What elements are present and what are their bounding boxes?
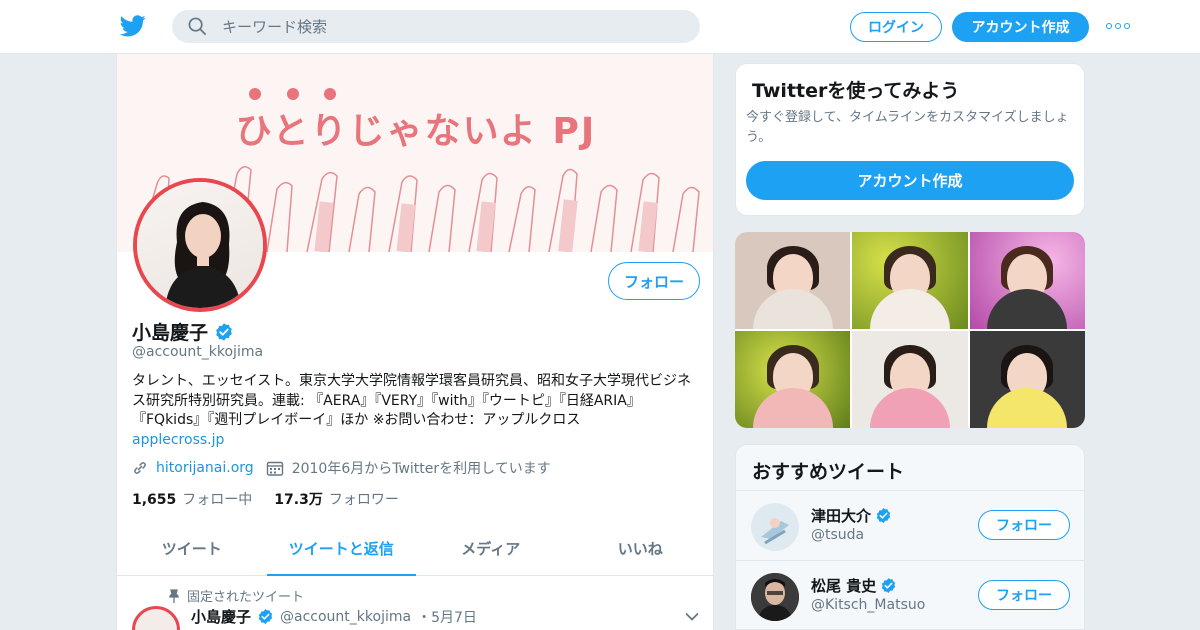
tab-tweets[interactable]: ツイート bbox=[117, 522, 267, 575]
verified-badge-icon bbox=[258, 609, 273, 624]
recommended-name: 松尾 貴史 bbox=[811, 575, 897, 596]
avatar[interactable] bbox=[751, 573, 799, 621]
signup-card: Twitterを使ってみよう 今すぐ登録して、タイムラインをカスタマイズしましょ… bbox=[735, 63, 1085, 216]
follow-button[interactable]: フォロー bbox=[978, 510, 1070, 540]
recommended-name: 津田大介 bbox=[811, 505, 892, 526]
following-label: フォロー中 bbox=[182, 492, 253, 508]
verified-badge-icon bbox=[876, 508, 891, 523]
tab-tweets-and-replies[interactable]: ツイートと返信 bbox=[266, 522, 417, 576]
banner-title: ひとりじゃないよ PJ bbox=[235, 111, 597, 152]
profile-name-text: 小島慶子 bbox=[132, 322, 209, 344]
recommended-accounts: おすすめツイート 津田大介 @tsuda フォロー 松尾 貴史 @Kitsch_… bbox=[735, 444, 1085, 630]
tweet-header: 小島慶子 @account_kkojima ・5月7日 bbox=[191, 606, 477, 627]
pinned-label-row: 固定されたツイート bbox=[169, 586, 304, 605]
media-thumbnail[interactable] bbox=[969, 232, 1085, 329]
profile-meta: hitorijanai.org 2010年6月からTwitterを利用しています bbox=[132, 458, 551, 478]
profile-stats: 1,655 フォロー中 17.3万 フォロワー bbox=[132, 489, 399, 509]
joined-date: 2010年6月からTwitterを利用しています bbox=[291, 461, 551, 477]
signup-card-title: Twitterを使ってみよう bbox=[752, 80, 960, 102]
profile-tabs: ツイート ツイートと返信 メディア いいね bbox=[117, 522, 714, 576]
banner-dot bbox=[249, 88, 261, 100]
following-stat[interactable]: 1,655 フォロー中 bbox=[132, 489, 252, 509]
tab-media[interactable]: メディア bbox=[416, 522, 566, 575]
search-box[interactable] bbox=[172, 10, 700, 43]
tweet-author-name[interactable]: 小島慶子 bbox=[191, 606, 251, 627]
media-grid bbox=[735, 232, 1085, 428]
followers-label: フォロワー bbox=[328, 492, 399, 508]
recommended-account[interactable]: 松尾 貴史 @Kitsch_Matsuo フォロー bbox=[736, 560, 1084, 629]
recommended-handle: @Kitsch_Matsuo bbox=[811, 597, 926, 613]
follow-button[interactable]: フォロー bbox=[978, 580, 1070, 610]
avatar-portrait bbox=[165, 202, 241, 308]
media-thumbnail[interactable] bbox=[969, 331, 1085, 428]
recommended-account[interactable]: 津田大介 @tsuda フォロー bbox=[736, 490, 1084, 559]
link-icon bbox=[134, 462, 146, 474]
followers-stat[interactable]: 17.3万 フォロワー bbox=[274, 489, 399, 509]
pin-icon bbox=[169, 588, 179, 603]
more-options-icon[interactable] bbox=[1106, 21, 1130, 31]
signup-button[interactable]: アカウント作成 bbox=[952, 12, 1089, 42]
pinned-label: 固定されたツイート bbox=[187, 590, 305, 605]
media-thumbnail[interactable] bbox=[852, 331, 968, 428]
tab-likes[interactable]: いいね bbox=[566, 522, 714, 575]
search-input[interactable] bbox=[222, 10, 682, 43]
bio-link[interactable]: applecross.jp bbox=[132, 431, 702, 451]
profile-name[interactable]: 小島慶子 bbox=[132, 318, 234, 345]
banner-dot bbox=[324, 88, 336, 100]
recommended-name-text: 松尾 貴史 bbox=[811, 577, 877, 595]
recommended-name-text: 津田大介 bbox=[811, 507, 872, 525]
top-navigation-bar: ログイン アカウント作成 bbox=[0, 0, 1200, 54]
recommended-title: おすすめツイート bbox=[752, 461, 905, 483]
search-icon bbox=[188, 17, 206, 35]
media-thumbnail[interactable] bbox=[852, 232, 968, 329]
signup-card-button[interactable]: アカウント作成 bbox=[746, 161, 1074, 200]
verified-badge-icon bbox=[882, 578, 896, 593]
profile-handle[interactable]: @account_kkojima bbox=[132, 344, 263, 360]
media-thumbnail[interactable] bbox=[735, 232, 851, 329]
profile-avatar[interactable] bbox=[133, 178, 267, 312]
twitter-logo-icon[interactable] bbox=[120, 14, 146, 38]
avatar[interactable] bbox=[751, 503, 799, 551]
follow-button[interactable]: フォロー bbox=[608, 262, 700, 300]
banner-dot bbox=[287, 88, 299, 100]
tweet-author-handle[interactable]: @account_kkojima bbox=[280, 609, 411, 625]
chevron-down-icon[interactable] bbox=[685, 612, 699, 622]
following-count: 1,655 bbox=[132, 492, 177, 508]
followers-count: 17.3万 bbox=[274, 492, 323, 508]
tweet-date[interactable]: ・5月7日 bbox=[417, 607, 477, 627]
recommended-handle: @tsuda bbox=[811, 527, 865, 543]
media-thumbnail[interactable] bbox=[735, 331, 851, 428]
signup-card-text: 今すぐ登録して、タイムラインをカスタマイズしましょう。 bbox=[746, 110, 1069, 145]
calendar-icon bbox=[266, 461, 283, 476]
tweet-avatar[interactable] bbox=[132, 606, 180, 630]
website-link[interactable]: hitorijanai.org bbox=[156, 460, 254, 476]
profile-bio: タレント、エッセイスト。東京大学大学院情報学環客員研究員、昭和女子大学現代ビジネ… bbox=[132, 372, 702, 450]
login-button[interactable]: ログイン bbox=[850, 12, 942, 42]
profile-column: ひとりじゃないよ PJ フォロー 小島慶子 @account_kkojima タ… bbox=[116, 54, 714, 630]
verified-badge-icon bbox=[216, 322, 232, 341]
bio-text: タレント、エッセイスト。東京大学大学院情報学環客員研究員、昭和女子大学現代ビジネ… bbox=[132, 373, 692, 428]
